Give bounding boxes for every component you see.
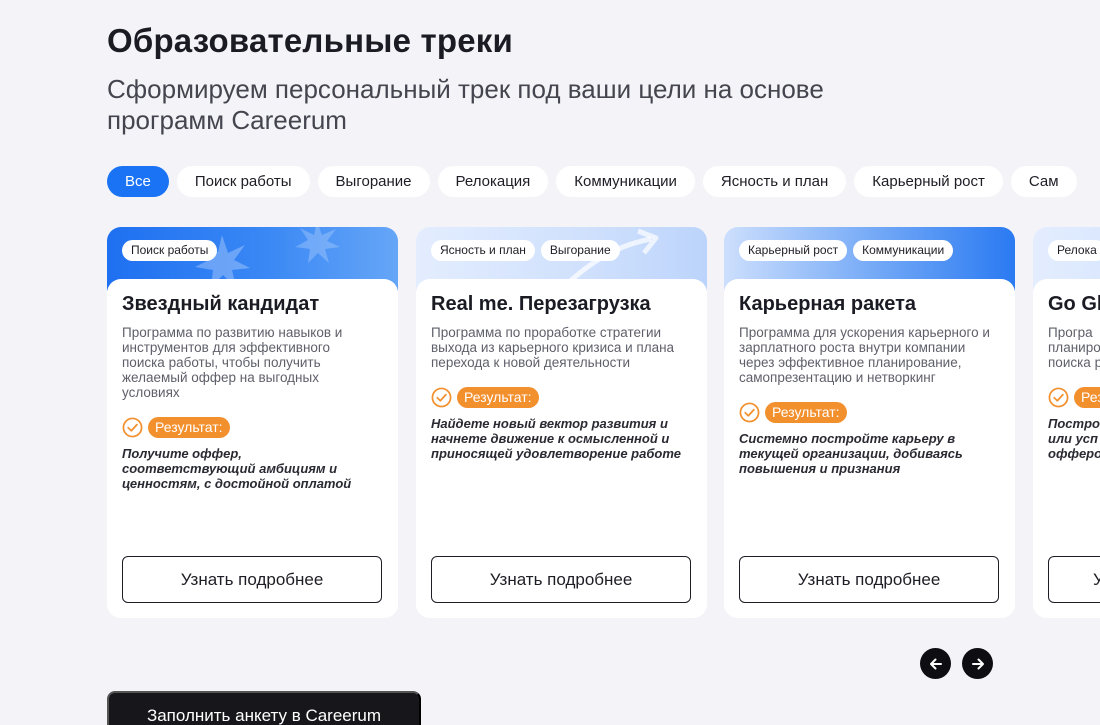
card-tags: Релока: [1048, 240, 1100, 261]
check-circle-icon: [739, 402, 760, 422]
card-body: Звездный кандидат Программа по развитию …: [107, 279, 398, 618]
check-circle-icon: [431, 387, 452, 407]
result-badge: Результат:: [765, 401, 847, 423]
result-text: Системно постройте карьеру в текущей орг…: [739, 431, 963, 476]
carousel-next-button[interactable]: [962, 648, 993, 679]
card-description: Программа по развитию навыков и инструме…: [122, 325, 343, 400]
filter-tabs: Все Поиск работы Выгорание Релокация Коммуни…: [107, 166, 1100, 198]
learn-more-button[interactable]: У: [1048, 556, 1100, 603]
card-description: Программа для ускорения карьерного и зар…: [739, 325, 990, 385]
card-tag: Ясность и план: [431, 240, 535, 261]
filter-chip-all[interactable]: Все: [107, 166, 169, 197]
card-tag: Коммуникации: [853, 240, 954, 261]
check-circle-icon: [1048, 387, 1069, 407]
program-card: Поиск работы Звездный кандидат Программа…: [107, 227, 398, 618]
program-card: Ясность и план Выгорание Real me. Перезаг…: [416, 227, 707, 618]
result-text: Найдете новый вектор развития и начнете …: [431, 416, 681, 461]
learn-more-button[interactable]: Узнать подробнее: [122, 556, 382, 603]
result-badge: Результат:: [457, 386, 539, 408]
card-description: Программа по проработке стратегии выхода…: [431, 325, 675, 370]
page-title: Образовательные треки: [107, 22, 513, 59]
card-tags: Ясность и план Выгорание: [431, 240, 626, 261]
filter-chip-career-growth[interactable]: Карьерный рост: [854, 166, 1003, 197]
card-body: Go Gl Програ планиро поиска р Рез Постро…: [1033, 279, 1100, 618]
card-title: Go Gl: [1048, 293, 1100, 315]
card-tags: Поиск работы: [122, 240, 223, 261]
card-tag: Карьерный рост: [739, 240, 848, 261]
page-subtitle: Сформируем персональный трек под ваши це…: [107, 74, 824, 135]
result-text: Построі или усп офферо: [1048, 416, 1100, 461]
filter-chip-burnout[interactable]: Выгорание: [317, 166, 430, 197]
filter-chip-self[interactable]: Сам: [1010, 166, 1077, 197]
filter-chip-clarity-plan[interactable]: Ясность и план: [702, 166, 847, 197]
card-body: Real me. Перезагрузка Программа по прора…: [416, 279, 707, 618]
fill-form-button[interactable]: Заполнить анкету в Careerum: [107, 691, 421, 725]
card-tag: Выгорание: [540, 240, 620, 261]
program-card: Релока Go Gl Програ планиро поиска р Рез…: [1033, 227, 1100, 618]
result-row: Рез: [1048, 386, 1100, 408]
card-tags: Карьерный рост Коммуникации: [739, 240, 959, 261]
cards-carousel: Поиск работы Звездный кандидат Программа…: [107, 227, 1100, 619]
result-row: Результат:: [122, 416, 230, 438]
card-description: Програ планиро поиска р: [1048, 325, 1100, 370]
result-text: Получите оффер, соответствующий амбициям…: [122, 446, 352, 491]
card-tag: Поиск работы: [122, 240, 218, 261]
card-tag: Релока: [1048, 240, 1100, 261]
result-row: Результат:: [431, 386, 539, 408]
card-title: Звездный кандидат: [122, 293, 320, 315]
learn-more-button[interactable]: Узнать подробнее: [739, 556, 999, 603]
card-body: Карьерная ракета Программа для ускорения…: [724, 279, 1015, 618]
learn-more-button[interactable]: Узнать подробнее: [431, 556, 691, 603]
card-title: Real me. Перезагрузка: [431, 293, 651, 315]
result-row: Результат:: [739, 401, 847, 423]
check-circle-icon: [122, 417, 143, 437]
filter-chip-relocation[interactable]: Релокация: [437, 166, 549, 197]
result-badge: Рез: [1074, 386, 1100, 408]
filter-chip-job-search[interactable]: Поиск работы: [176, 166, 310, 197]
filter-chip-communication[interactable]: Коммуникации: [556, 166, 695, 197]
result-badge: Результат:: [148, 416, 230, 438]
carousel-prev-button[interactable]: [920, 648, 951, 679]
program-card: Карьерный рост Коммуникации Карьерная рак…: [724, 227, 1015, 618]
arrow-left-icon: [929, 658, 942, 669]
card-title: Карьерная ракета: [739, 293, 916, 315]
arrow-right-icon: [971, 658, 984, 669]
